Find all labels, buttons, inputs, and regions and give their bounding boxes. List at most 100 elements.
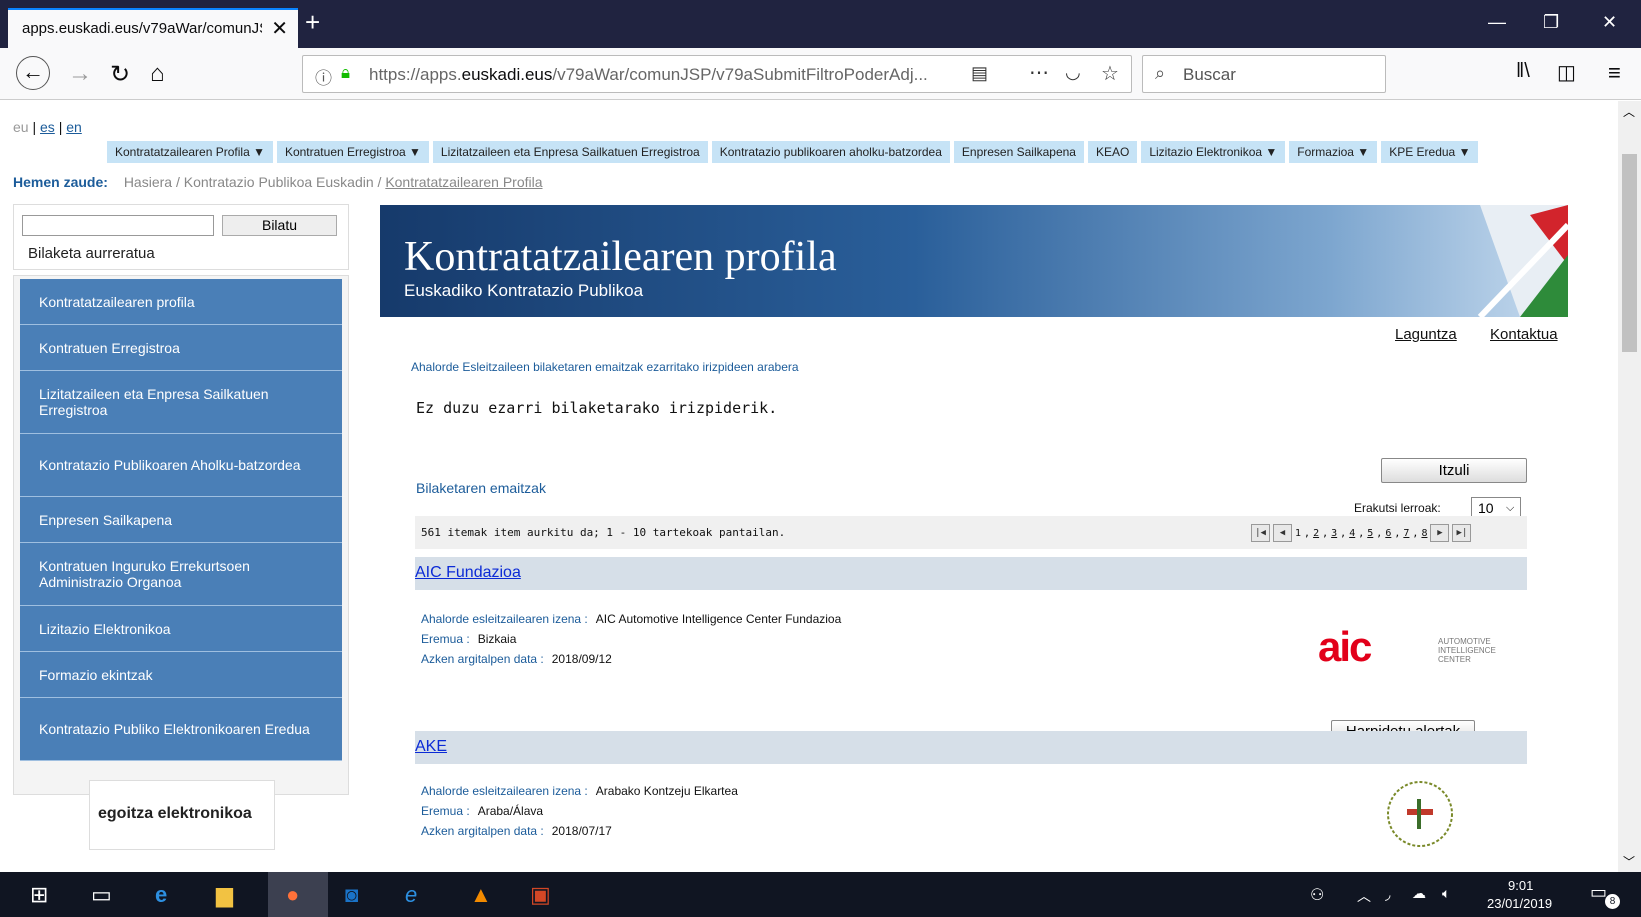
clock-time[interactable]: 9:01	[1508, 878, 1533, 893]
lang-en[interactable]: en	[66, 119, 82, 135]
back-button[interactable]: Itzuli	[1381, 458, 1527, 483]
help-link[interactable]: Laguntza	[1395, 326, 1457, 343]
page-link[interactable]: 7	[1403, 528, 1409, 539]
clock-date[interactable]: 23/01/2019	[1487, 896, 1552, 911]
tab-title: apps.euskadi.eus/v79aWar/comunJSP	[22, 20, 262, 37]
page-link[interactable]: 2	[1313, 528, 1319, 539]
people-icon[interactable]: ⚇	[1310, 885, 1324, 905]
forward-arrow-icon[interactable]: →	[68, 60, 92, 88]
advanced-search-link[interactable]: Bilaketa aurreratua	[28, 245, 155, 262]
task-view-icon[interactable]: ▭	[91, 882, 112, 908]
edge-icon[interactable]: e	[155, 882, 167, 908]
onedrive-icon[interactable]: ☁	[1412, 885, 1426, 902]
last-page-icon[interactable]: ▶|	[1452, 524, 1472, 542]
top-menu-item[interactable]: Lizitazio Elektronikoa ▼	[1141, 141, 1286, 163]
breadcrumb-section[interactable]: Kontratazio Publikoa Euskadin	[184, 174, 374, 190]
page-number: 1	[1295, 527, 1302, 539]
aic-logo-sub: AUTOMOTIVE INTELLIGENCE CENTER	[1438, 637, 1496, 664]
search-field[interactable]: ⌕ Buscar	[1142, 55, 1386, 93]
breadcrumb-current[interactable]: Kontratatzailearen Profila	[385, 174, 542, 190]
prev-page-icon[interactable]: ◀	[1273, 524, 1292, 542]
entry-field: Ahalorde esleitzailearen izena : AIC Auto…	[421, 612, 841, 626]
scroll-thumb[interactable]	[1622, 154, 1637, 352]
volume-icon[interactable]: 🔈︎	[1442, 885, 1450, 902]
search-button[interactable]: Bilatu	[222, 215, 337, 236]
top-menu-item[interactable]: KPE Eredua ▼	[1381, 141, 1479, 163]
home-icon[interactable]: ⌂	[150, 60, 165, 88]
egoitza-logo[interactable]: egoitza elektronikoa	[89, 780, 275, 850]
sidebar-item[interactable]: Kontratuen Inguruko Errekurtsoen Adminis…	[20, 543, 342, 606]
sidebar-item[interactable]: Kontratuen Erregistroa	[20, 325, 342, 371]
new-tab-icon[interactable]: +	[305, 9, 320, 35]
top-menu-item[interactable]: Kontratatzailearen Profila ▼	[107, 141, 273, 163]
url-bar[interactable]: ⓘ 🔒︎ https://apps.euskadi.eus/v79aWar/co…	[302, 55, 1132, 93]
field-label: Eremua :	[421, 804, 470, 818]
entry-field: Azken argitalpen data : 2018/07/17	[421, 824, 612, 838]
page-link[interactable]: 8	[1421, 528, 1427, 539]
outlook-icon[interactable]: ◙	[345, 882, 358, 908]
aic-logo: aic AUTOMOTIVE INTELLIGENCE CENTER	[1318, 623, 1528, 670]
scroll-up-icon[interactable]: ︿	[1623, 103, 1635, 120]
browser-tab-strip: apps.euskadi.eus/v79aWar/comunJSP ✕ + — …	[0, 0, 1641, 48]
page-link[interactable]: 4	[1349, 528, 1355, 539]
results-count: 561 itemak item aurkitu da; 1 - 10 tarte…	[421, 526, 786, 539]
info-icon[interactable]: ⓘ	[315, 64, 332, 89]
sidebar-item[interactable]: Kontratazio Publiko Elektronikoaren Ered…	[20, 698, 342, 761]
page-scrollbar[interactable]: ︿ ﹀	[1618, 101, 1641, 872]
minimize-icon[interactable]: —	[1488, 12, 1506, 33]
windows-start-icon[interactable]: ⊞	[30, 882, 48, 908]
scroll-down-icon[interactable]: ﹀	[1623, 853, 1635, 870]
close-window-icon[interactable]: ✕	[1602, 12, 1617, 33]
tray-chevron-icon[interactable]: ︿	[1357, 886, 1371, 906]
next-page-icon[interactable]: ▶	[1430, 524, 1450, 542]
internet-explorer-icon[interactable]: e	[405, 882, 417, 908]
entry-field: Ahalorde esleitzailearen izena : Arabako …	[421, 784, 738, 798]
top-menu-item[interactable]: Kontratuen Erregistroa ▼	[276, 141, 429, 163]
chevron-down-icon: ⌵	[1506, 502, 1515, 514]
bookmark-star-icon[interactable]: ☆	[1101, 61, 1119, 86]
sidebar-item[interactable]: Lizitazio Elektronikoa	[20, 606, 342, 652]
powerpoint-icon[interactable]: ▣	[530, 882, 551, 908]
sidebar-item[interactable]: Kontratazio Publikoaren Aholku-batzordea	[20, 434, 342, 497]
page-actions-icon[interactable]: ⋯	[1029, 60, 1049, 85]
contact-link[interactable]: Kontaktua	[1490, 326, 1558, 343]
top-menu-item[interactable]: KEAO	[1087, 141, 1138, 163]
pagination-bar: 561 itemak item aurkitu da; 1 - 10 tarte…	[415, 516, 1527, 549]
browser-toolbar: ← → ↻ ⌂ ⓘ 🔒︎ https://apps.euskadi.eus/v7…	[0, 48, 1641, 100]
reader-view-icon[interactable]: ▤	[971, 63, 988, 84]
sidebar-item[interactable]: Formazio ekintzak	[20, 652, 342, 698]
menu-icon[interactable]: ≡	[1608, 60, 1621, 86]
browser-tab[interactable]: apps.euskadi.eus/v79aWar/comunJSP ✕	[8, 8, 298, 48]
top-menu-item[interactable]: Enpresen Sailkapena	[953, 141, 1084, 163]
entry-link[interactable]: AIC Fundazioa	[415, 564, 521, 582]
restore-icon[interactable]: ❐	[1543, 12, 1559, 33]
reload-icon[interactable]: ↻	[110, 60, 130, 89]
library-icon[interactable]: ‖\	[1516, 60, 1530, 83]
sidebar-item[interactable]: Enpresen Sailkapena	[20, 497, 342, 543]
field-label: Ahalorde esleitzailearen izena :	[421, 612, 588, 626]
file-explorer-icon[interactable]: ▆	[216, 882, 233, 908]
back-arrow-icon[interactable]: ←	[16, 56, 50, 90]
vlc-icon[interactable]: ▲	[470, 882, 492, 908]
page-link[interactable]: 6	[1385, 528, 1391, 539]
close-tab-icon[interactable]: ✕	[271, 16, 288, 41]
pocket-icon[interactable]: ◡	[1065, 62, 1081, 83]
top-menu-item[interactable]: Lizitatzaileen eta Enpresa Sailkatuen Er…	[432, 141, 708, 163]
page-link[interactable]: 3	[1331, 528, 1337, 539]
entry-link[interactable]: AKE	[415, 738, 447, 756]
first-page-icon[interactable]: |◀	[1251, 524, 1270, 542]
top-menu-item[interactable]: Formazioa ▼	[1289, 141, 1378, 163]
lang-eu[interactable]: eu	[13, 119, 29, 135]
breadcrumb-home[interactable]: Hasiera	[124, 174, 172, 190]
field-label: Azken argitalpen data :	[421, 652, 544, 666]
sidebar-toggle-icon[interactable]: ◫	[1557, 60, 1576, 85]
sidebar-item[interactable]: Lizitatzaileen eta Enpresa Sailkatuen Er…	[20, 371, 342, 434]
page-link[interactable]: 5	[1367, 528, 1373, 539]
top-menu-item[interactable]: Kontratazio publikoaren aholku-batzordea	[711, 141, 950, 163]
firefox-taskbar-button[interactable]: ●	[268, 872, 328, 917]
site-search-input[interactable]	[22, 215, 214, 236]
lang-es[interactable]: es	[40, 119, 55, 135]
sidebar-item[interactable]: Kontratatzailearen profila	[20, 279, 342, 325]
wifi-icon[interactable]: ◞	[1385, 886, 1390, 903]
url-text: https://apps.euskadi.eus/v79aWar/comunJS…	[369, 65, 928, 84]
